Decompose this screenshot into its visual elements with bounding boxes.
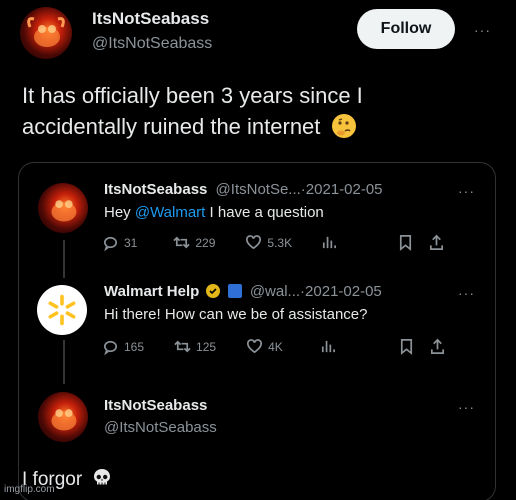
- tweet-body: Hey @Walmart I have a question: [104, 204, 324, 221]
- tweet-body-text: I have a question: [205, 204, 324, 221]
- more-options-icon[interactable]: ···: [458, 285, 475, 301]
- affiliate-badge-icon: [227, 284, 242, 298]
- heart-icon: [246, 235, 262, 250]
- thread-avatar[interactable]: [38, 392, 88, 442]
- reply-count: 165: [124, 339, 145, 354]
- views-button[interactable]: [319, 338, 336, 355]
- thread-line: [63, 240, 65, 278]
- reply-count: 31: [124, 235, 138, 250]
- thinking-face-icon: [331, 114, 356, 138]
- walmart-avatar[interactable]: [37, 285, 87, 335]
- bookmark-button[interactable]: [397, 234, 414, 251]
- views-chart-icon: [321, 340, 335, 353]
- heart-icon: [247, 339, 263, 354]
- tweet-text-content: It has officially been 3 years since I a…: [22, 83, 363, 139]
- tweet-body-text: Hey: [104, 204, 135, 221]
- thread-author-name[interactable]: ItsNotSeabass: [104, 397, 207, 414]
- verified-badge-icon: [206, 284, 221, 298]
- bookmark-icon: [400, 235, 412, 251]
- more-options-icon[interactable]: ···: [474, 22, 491, 38]
- retweet-count: 125: [196, 339, 217, 354]
- thread-handle-date: @ItsNotSe...·2021-02-05: [215, 181, 383, 198]
- thread-author-name[interactable]: Walmart Help: [104, 283, 199, 300]
- thread-author-name[interactable]: ItsNotSeabass: [104, 181, 207, 198]
- author-avatar[interactable]: [20, 7, 72, 59]
- follow-button[interactable]: Follow: [357, 9, 455, 49]
- tweet-actions: 165 125 4K: [102, 338, 446, 355]
- views-button[interactable]: [320, 234, 337, 251]
- thread-handle-date: @wal...·2021-02-05: [249, 283, 382, 300]
- tweet-text: It has officially been 3 years since I a…: [22, 80, 462, 142]
- like-count: 4K: [268, 339, 283, 354]
- mention-link[interactable]: @Walmart: [135, 204, 206, 221]
- author-handle[interactable]: @ItsNotSeabass: [92, 35, 212, 52]
- tweet-actions: 31 229 5.3K: [102, 234, 445, 251]
- retweet-button[interactable]: 229: [173, 234, 215, 251]
- author-name[interactable]: ItsNotSeabass: [92, 9, 209, 28]
- bookmark-button[interactable]: [398, 338, 415, 355]
- share-icon: [430, 338, 444, 354]
- thread-author-handle: @ItsNotSeabass: [104, 419, 217, 436]
- share-icon: [430, 234, 444, 250]
- retweet-button[interactable]: 125: [174, 338, 216, 355]
- retweet-icon: [174, 340, 191, 353]
- views-chart-icon: [323, 236, 337, 249]
- tweet-body: Hi there! How can we be of assistance?: [104, 306, 368, 323]
- more-options-icon[interactable]: ···: [458, 399, 475, 415]
- crab-avatar-icon: [27, 17, 65, 47]
- crab-avatar-icon: [51, 409, 77, 431]
- thread-avatar[interactable]: [38, 183, 88, 233]
- like-button[interactable]: 5.3K: [245, 234, 292, 251]
- crab-avatar-icon: [51, 200, 77, 222]
- reply-icon: [103, 340, 117, 355]
- thread-line: [63, 340, 65, 384]
- like-count: 5.3K: [267, 235, 293, 250]
- retweet-count: 229: [195, 235, 216, 250]
- skull-icon: [94, 469, 111, 485]
- share-button[interactable]: [429, 338, 446, 355]
- more-options-icon[interactable]: ···: [458, 183, 475, 199]
- like-button[interactable]: 4K: [246, 338, 283, 355]
- bookmark-icon: [400, 339, 412, 355]
- retweet-icon: [173, 236, 191, 249]
- reply-icon: [103, 236, 117, 251]
- imgflip-watermark: imgflip.com: [4, 484, 55, 495]
- reply-button[interactable]: 31: [102, 234, 137, 251]
- walmart-spark-icon: [48, 294, 76, 326]
- reply-button[interactable]: 165: [102, 338, 144, 355]
- share-button[interactable]: [428, 234, 445, 251]
